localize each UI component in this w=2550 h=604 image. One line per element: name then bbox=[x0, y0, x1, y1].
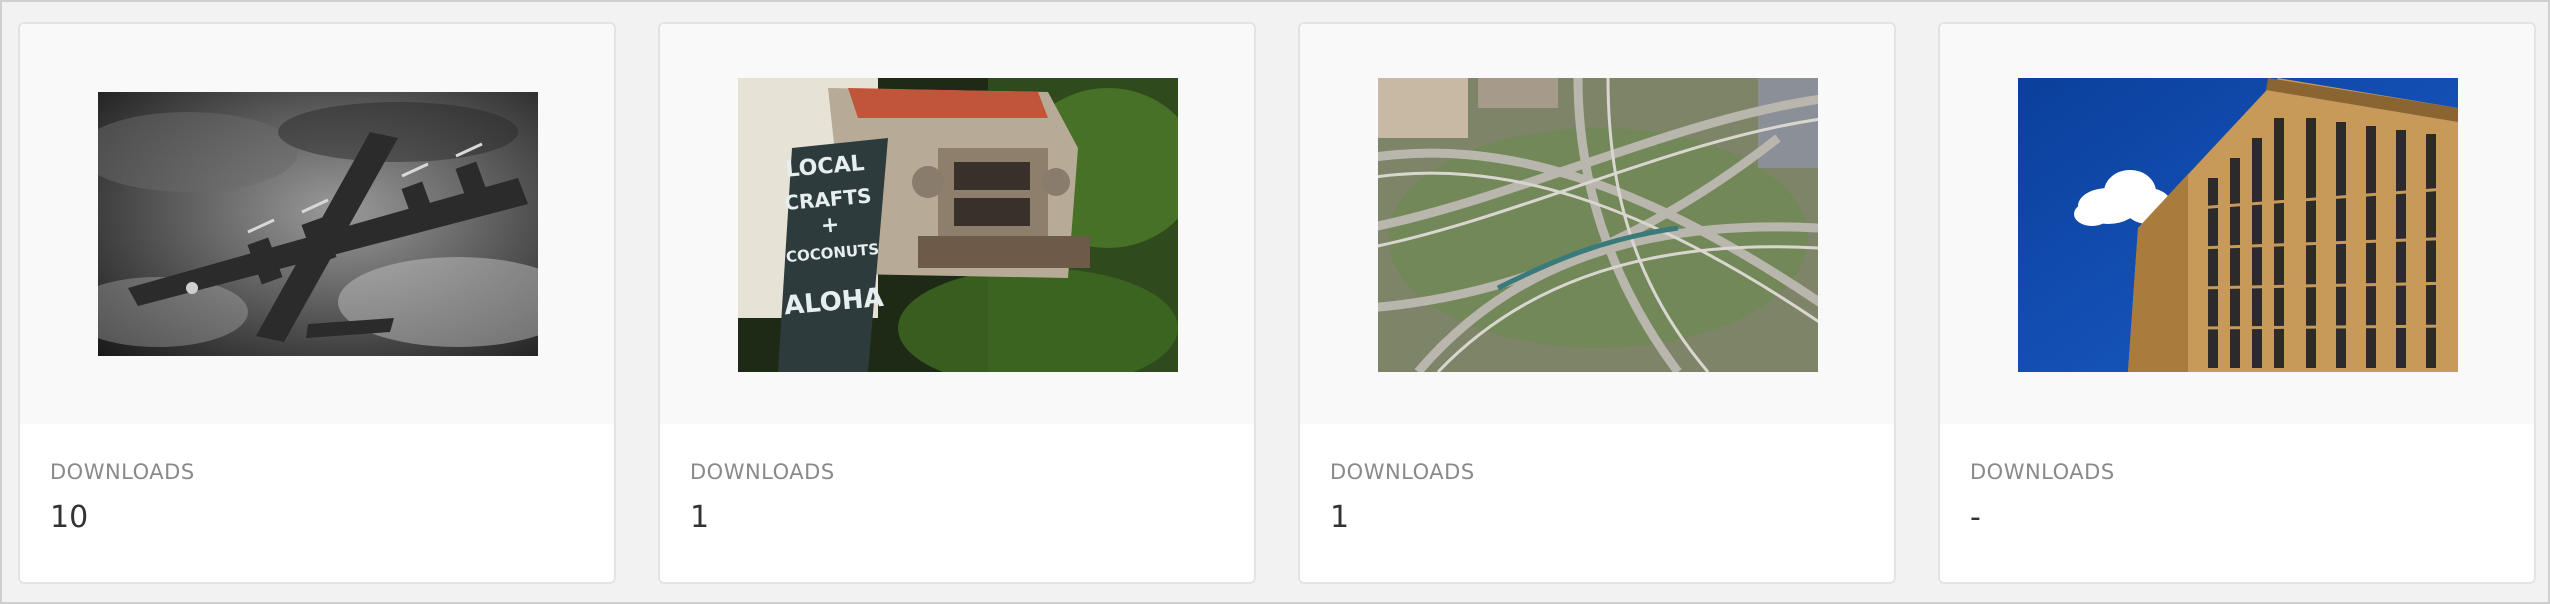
downloads-count: - bbox=[1970, 500, 1981, 535]
svg-text:+: + bbox=[820, 212, 841, 239]
thumbnail-area bbox=[1300, 24, 1894, 424]
asset-thumbnail[interactable] bbox=[2018, 78, 2458, 372]
asset-thumbnail[interactable] bbox=[98, 92, 538, 356]
downloads-label: DOWNLOADS bbox=[1330, 460, 1475, 484]
asset-card[interactable]: DOWNLOADS 10 bbox=[18, 22, 616, 584]
bomber-plane-image bbox=[98, 92, 538, 356]
asset-thumbnail[interactable]: LOCAL CRAFTS + COCONUTS ALOHA bbox=[738, 78, 1178, 372]
downloads-label: DOWNLOADS bbox=[690, 460, 835, 484]
asset-thumbnail[interactable] bbox=[1378, 78, 1818, 372]
downloads-count: 10 bbox=[50, 500, 89, 535]
thumbnail-area bbox=[20, 24, 614, 424]
thumbnail-area: LOCAL CRAFTS + COCONUTS ALOHA bbox=[660, 24, 1254, 424]
old-truck-image: LOCAL CRAFTS + COCONUTS ALOHA bbox=[738, 78, 1178, 372]
asset-card[interactable]: DOWNLOADS - bbox=[1938, 22, 2536, 584]
building-blue-sky-image bbox=[2018, 78, 2458, 372]
downloads-label: DOWNLOADS bbox=[50, 460, 195, 484]
thumbnail-area bbox=[1940, 24, 2534, 424]
downloads-label: DOWNLOADS bbox=[1970, 460, 2115, 484]
downloads-grid: DOWNLOADS 10 LOCAL CRAFTS + COCONUTS ALO… bbox=[0, 0, 2550, 604]
downloads-count: 1 bbox=[690, 500, 710, 535]
asset-card[interactable]: DOWNLOADS 1 bbox=[1298, 22, 1896, 584]
downloads-count: 1 bbox=[1330, 500, 1350, 535]
asset-card[interactable]: LOCAL CRAFTS + COCONUTS ALOHA DOWNLOADS … bbox=[658, 22, 1256, 584]
highway-interchange-image bbox=[1378, 78, 1818, 372]
